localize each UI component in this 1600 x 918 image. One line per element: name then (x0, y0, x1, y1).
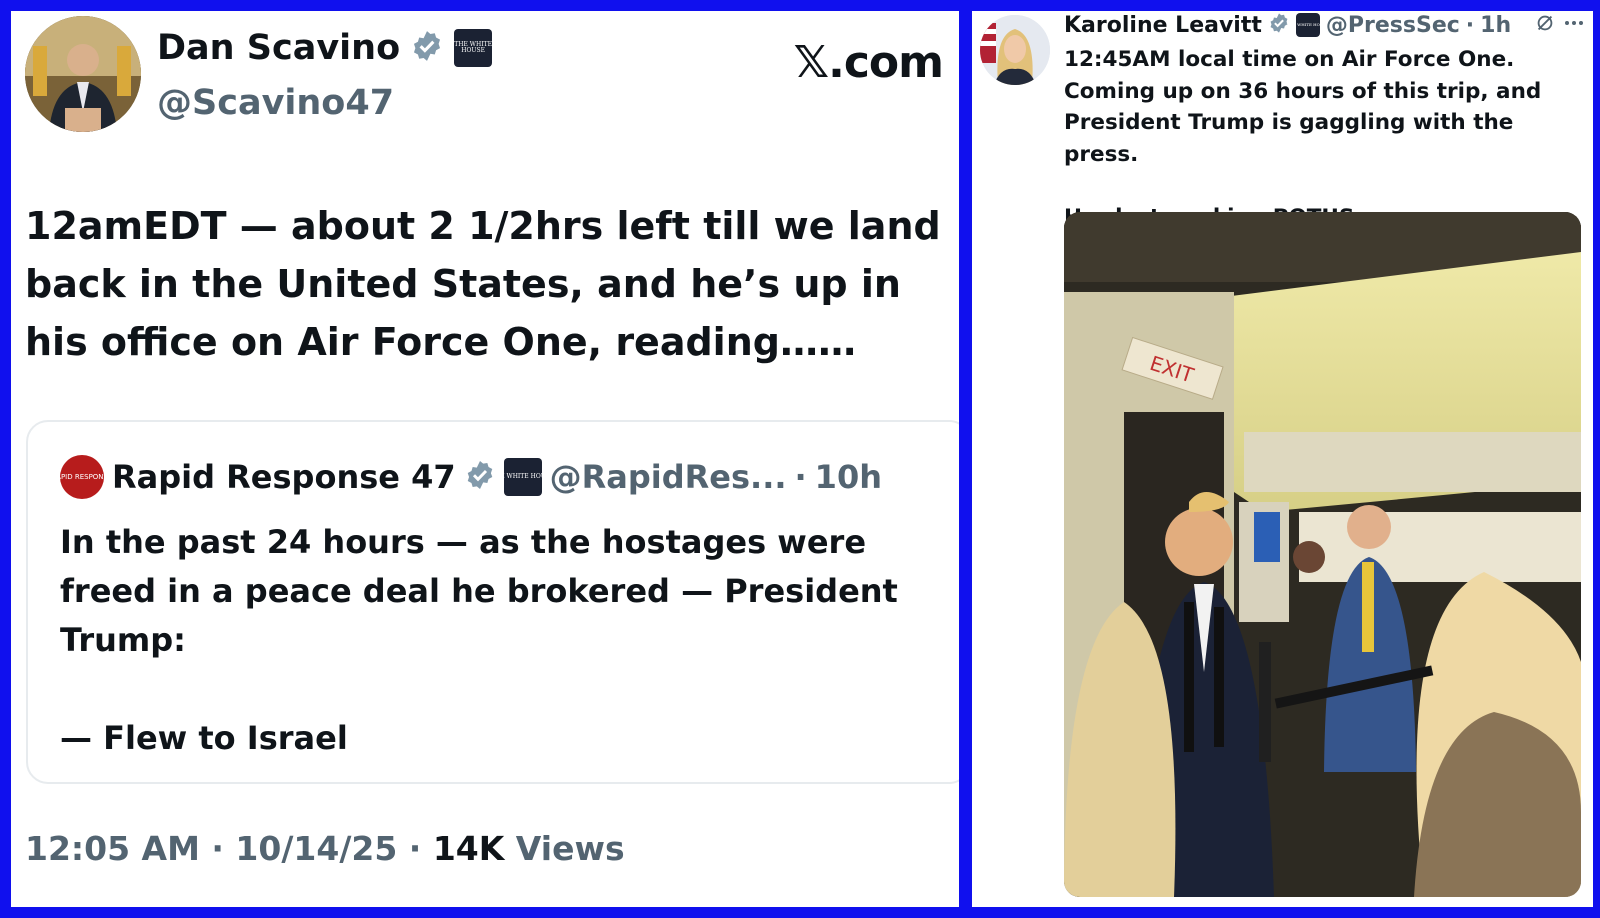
quoted-tweet-text: In the past 24 hours — as the hostages w… (60, 523, 898, 757)
author-name-row: Dan Scavino THE WHITE HOUSE (157, 25, 493, 71)
white-house-badge-icon: THE WHITE HOUSE (454, 29, 493, 67)
quoted-author-handle[interactable]: @RapidRes... (550, 458, 787, 496)
verified-badge-icon (410, 29, 444, 67)
separator-dot: · (794, 458, 807, 496)
tweet-time[interactable]: 1h (1480, 13, 1511, 38)
tweet-text: 12amEDT — about 2 1/2hrs left till we la… (25, 204, 941, 364)
views-count: 14K (432, 829, 505, 868)
x-logo: 𝕏.com (793, 37, 944, 88)
tweet-text: 12:45AM local time on Air Force One. Com… (1064, 47, 1542, 230)
author-handle[interactable]: @PressSec (1326, 13, 1460, 38)
separator-dot: · (1465, 12, 1475, 38)
quoted-tweet[interactable]: RAPID RESPONSE Rapid Response 47 THE WHI… (26, 420, 959, 784)
left-tweet-card: Dan Scavino THE WHITE HOUSE @Scavino47 𝕏… (11, 11, 959, 907)
more-options-icon[interactable] (1562, 12, 1586, 39)
quoted-author-avatar[interactable]: RAPID RESPONSE (52, 455, 112, 499)
grok-icon[interactable] (1534, 12, 1556, 39)
white-house-badge-icon: THE WHITE HOUSE (1287, 13, 1329, 37)
tweet-meta: 12:05 AM · 10/14/25 · 14K Views (25, 829, 625, 868)
tweet-timestamp[interactable]: 12:05 AM · 10/14/25 · (25, 829, 433, 868)
author-name[interactable]: Karoline Leavitt (1064, 13, 1262, 38)
quoted-tweet-header: RAPID RESPONSE Rapid Response 47 THE WHI… (52, 452, 882, 502)
right-tweet-card: Karoline Leavitt THE WHITE HOUSE @PressS… (972, 11, 1593, 907)
author-handle[interactable]: @Scavino47 (157, 83, 394, 123)
author-name[interactable]: Dan Scavino (157, 28, 400, 68)
quoted-author-name[interactable]: Rapid Response 47 (112, 458, 456, 496)
author-avatar[interactable] (980, 15, 1050, 85)
tweet-photo[interactable]: EXIT (1064, 212, 1581, 897)
author-avatar[interactable] (25, 16, 141, 132)
tweet-header: Karoline Leavitt THE WHITE HOUSE @PressS… (1064, 11, 1586, 39)
views-label: Views (504, 829, 625, 868)
white-house-badge-icon: THE WHITE HOUSE (491, 458, 554, 496)
quoted-tweet-time[interactable]: 10h (815, 458, 882, 496)
